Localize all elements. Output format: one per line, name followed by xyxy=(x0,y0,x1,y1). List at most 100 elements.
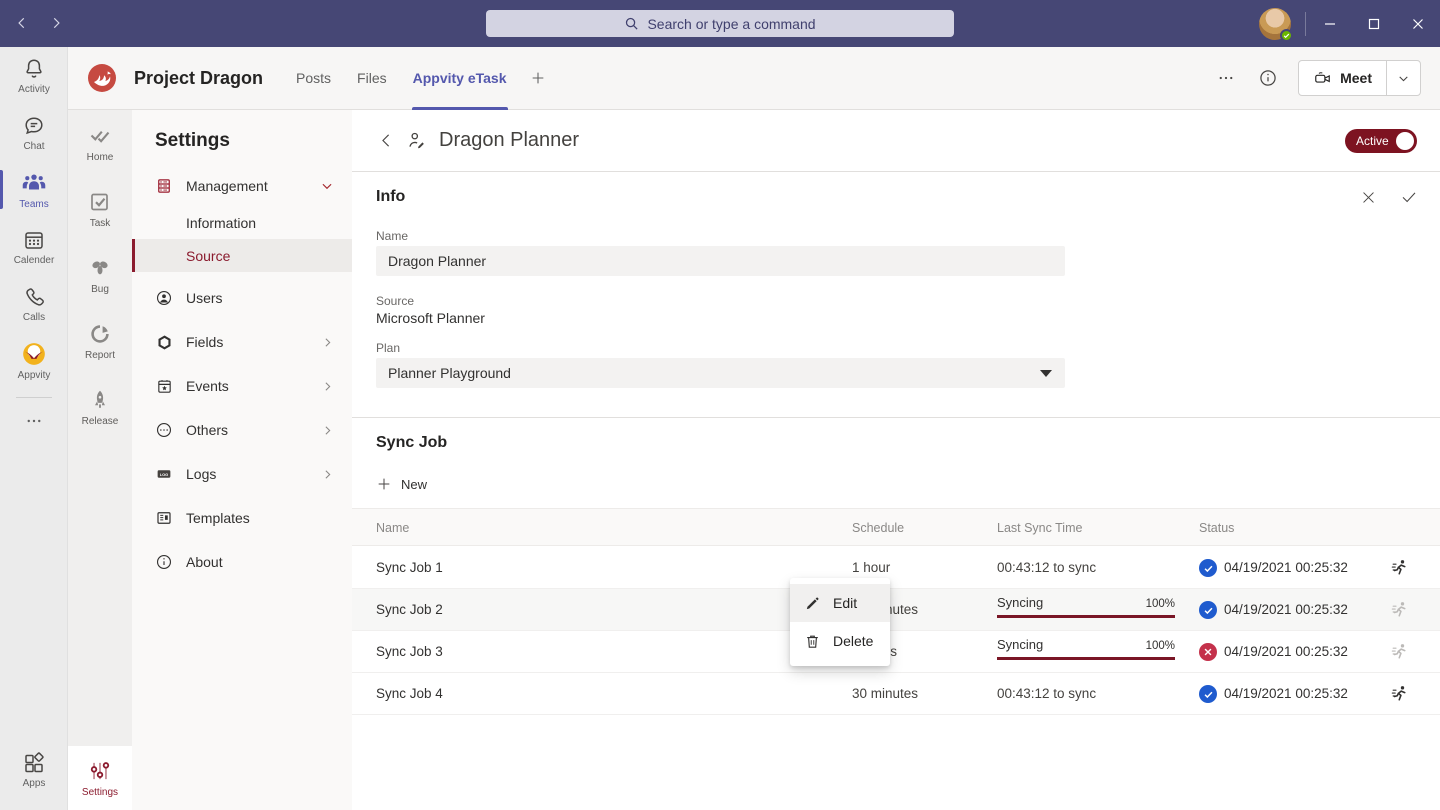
module-label: Report xyxy=(85,350,115,361)
user-avatar[interactable] xyxy=(1259,8,1291,40)
channel-info-icon[interactable] xyxy=(1256,66,1280,90)
nav-item-label: Others xyxy=(186,422,228,438)
tab-files[interactable]: Files xyxy=(344,47,400,110)
module-report[interactable]: Report xyxy=(68,308,132,374)
sidebar-item-calls[interactable]: Calls xyxy=(0,275,68,332)
settings-nav-templates[interactable]: Templates xyxy=(132,496,352,540)
module-label: Task xyxy=(90,218,111,229)
module-label: Release xyxy=(82,416,119,427)
new-sync-job-button[interactable]: New xyxy=(376,476,427,492)
tab-appvity-etask[interactable]: Appvity eTask xyxy=(400,47,520,110)
settings-nav-users[interactable]: Users xyxy=(132,276,352,320)
tab-posts[interactable]: Posts xyxy=(283,47,344,110)
run-sync-icon[interactable] xyxy=(1389,558,1409,578)
module-release[interactable]: Release xyxy=(68,374,132,440)
sync-job-name: Sync Job 2 xyxy=(376,602,443,617)
sync-job-name: Sync Job 3 xyxy=(376,644,443,659)
close-button[interactable] xyxy=(1396,0,1440,47)
team-logo-phoenix xyxy=(84,60,120,96)
run-sync-icon[interactable] xyxy=(1389,642,1409,662)
sidebar-item-label: Chat xyxy=(23,141,44,152)
minimize-button[interactable] xyxy=(1308,0,1352,47)
module-home[interactable]: Home xyxy=(68,110,132,176)
sync-job-row[interactable]: Sync Job 4 30 minutes 00:43:12 to sync 0… xyxy=(352,673,1440,715)
column-header-schedule: Schedule xyxy=(852,521,904,535)
sync-job-row[interactable]: Sync Job 1 1 hour 00:43:12 to sync 04/19… xyxy=(352,547,1440,589)
sidebar-item-activity[interactable]: Activity xyxy=(0,47,68,104)
back-icon[interactable] xyxy=(12,13,32,33)
status-success-icon xyxy=(1199,601,1217,619)
sidebar-item-label: Appvity xyxy=(18,370,51,381)
nav-item-label: Templates xyxy=(186,510,250,526)
context-menu-label: Edit xyxy=(833,595,857,611)
sync-progress: Syncing 100% xyxy=(997,637,1175,660)
toggle-knob xyxy=(1396,132,1414,150)
window-titlebar: Search or type a command xyxy=(0,0,1440,47)
sidebar-item-appvity[interactable]: Appvity xyxy=(0,332,68,389)
sidebar-item-teams[interactable]: Teams xyxy=(0,161,68,218)
meet-button[interactable]: Meet xyxy=(1299,61,1386,95)
forward-icon[interactable] xyxy=(46,13,66,33)
name-input[interactable] xyxy=(376,246,1065,276)
progress-bar xyxy=(997,615,1175,618)
phone-icon xyxy=(22,285,46,309)
settings-nav-source[interactable]: Source xyxy=(132,239,352,272)
settings-nav-management[interactable]: Management xyxy=(132,166,352,206)
sync-job-status-time: 04/19/2021 00:25:32 xyxy=(1224,560,1348,575)
nav-item-label: Information xyxy=(186,215,256,231)
settings-nav-others[interactable]: Others xyxy=(132,408,352,452)
maximize-button[interactable] xyxy=(1352,0,1396,47)
back-chevron-icon[interactable] xyxy=(374,129,398,153)
calendar-star-icon xyxy=(155,378,173,395)
sidebar-item-chat[interactable]: Chat xyxy=(0,104,68,161)
chevron-down-icon xyxy=(320,179,334,193)
search-placeholder: Search or type a command xyxy=(647,16,815,32)
context-menu-delete[interactable]: Delete xyxy=(790,622,890,660)
sidebar-item-label: Calender xyxy=(14,255,55,266)
more-apps-icon[interactable] xyxy=(0,406,68,436)
info-section-heading: Info xyxy=(376,188,405,206)
new-button-label: New xyxy=(401,477,427,492)
svg-text:LOG: LOG xyxy=(160,472,168,477)
meet-split-button: Meet xyxy=(1298,60,1421,96)
sidebar-item-calendar[interactable]: Calender xyxy=(0,218,68,275)
settings-nav-fields[interactable]: Fields xyxy=(132,320,352,364)
meet-dropdown-button[interactable] xyxy=(1386,61,1420,95)
plan-field-label: Plan xyxy=(376,341,400,355)
module-bug[interactable]: Bug xyxy=(68,242,132,308)
run-sync-icon[interactable] xyxy=(1389,684,1409,704)
context-menu-edit[interactable]: Edit xyxy=(790,584,890,622)
settings-nav-logs[interactable]: LOG Logs xyxy=(132,452,352,496)
sync-job-row[interactable]: Sync Job 2 30 minutes Syncing 100% 04/19… xyxy=(352,589,1440,631)
person-edit-icon xyxy=(406,130,427,151)
module-task[interactable]: Task xyxy=(68,176,132,242)
sync-job-row[interactable]: Sync Job 3 2 hours Syncing 100% 04/19/20… xyxy=(352,631,1440,673)
teams-icon xyxy=(21,170,47,196)
sidebar-item-apps[interactable]: Apps xyxy=(0,741,68,798)
module-settings[interactable]: Settings xyxy=(68,746,132,810)
settings-nav-information[interactable]: Information xyxy=(132,206,352,239)
confirm-icon[interactable] xyxy=(1398,186,1420,208)
calendar-icon xyxy=(22,228,46,252)
column-header-status: Status xyxy=(1199,521,1234,535)
source-detail-panel: Dragon Planner Active Info Name Source M… xyxy=(352,110,1440,810)
status-error-icon xyxy=(1199,643,1217,661)
chevron-right-icon xyxy=(321,336,334,349)
sync-job-last-sync: 00:43:12 to sync xyxy=(997,686,1096,701)
add-tab-icon[interactable] xyxy=(520,47,556,110)
more-options-icon[interactable] xyxy=(1214,66,1238,90)
cancel-icon[interactable] xyxy=(1357,186,1379,208)
plus-icon xyxy=(376,476,392,492)
channel-tabs: Posts Files Appvity eTask xyxy=(283,47,555,110)
active-toggle[interactable]: Active xyxy=(1345,129,1417,153)
toggle-label: Active xyxy=(1356,134,1389,148)
sync-progress-percent: 100% xyxy=(1146,598,1175,610)
plan-dropdown[interactable]: Planner Playground xyxy=(376,358,1065,388)
run-sync-icon[interactable] xyxy=(1389,600,1409,620)
settings-nav-events[interactable]: Events xyxy=(132,364,352,408)
chevron-right-icon xyxy=(321,468,334,481)
sync-table-header: Name Schedule Last Sync Time Status xyxy=(352,508,1440,546)
search-input[interactable]: Search or type a command xyxy=(486,10,954,37)
module-label: Settings xyxy=(82,787,118,798)
settings-nav-about[interactable]: About xyxy=(132,540,352,584)
